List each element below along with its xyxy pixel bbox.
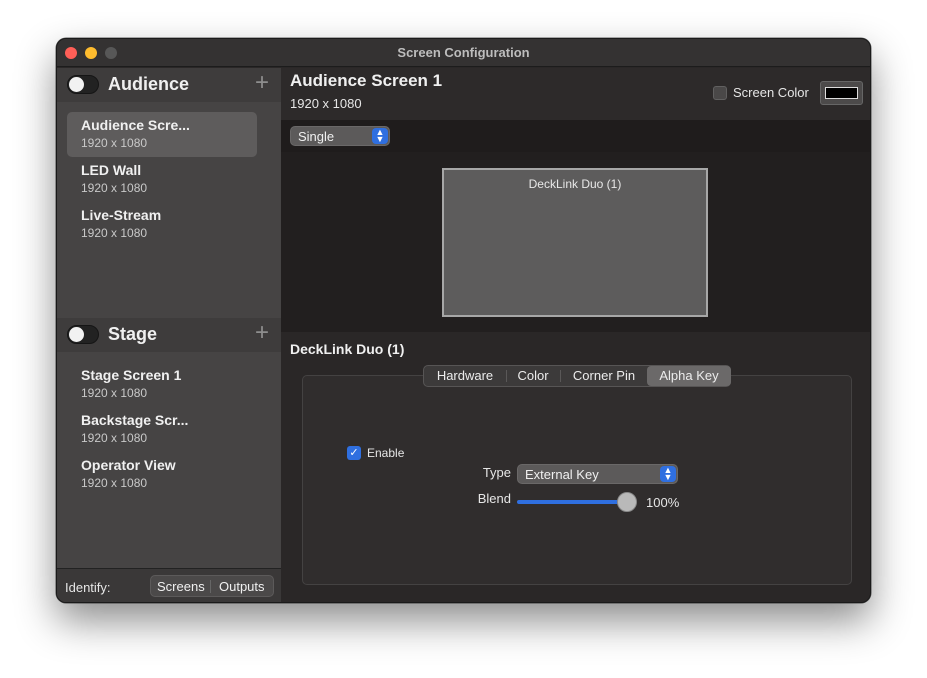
- group-title-stage: Stage: [108, 324, 158, 344]
- screen-color-well[interactable]: [820, 81, 863, 105]
- layout-mode-value: Single: [298, 129, 335, 144]
- screen-header: Audience Screen 1 1920 x 1080 Screen Col…: [281, 68, 870, 120]
- window-title: Screen Configuration: [397, 45, 530, 60]
- layout-bar: Single ▲ ▼: [281, 120, 870, 152]
- layout-mode-select[interactable]: Single ▲ ▼: [290, 126, 390, 146]
- screen-title: Audience Screen 1: [290, 71, 443, 90]
- blend-value: 100%: [646, 495, 680, 510]
- screen-color-checkbox[interactable]: [713, 86, 727, 100]
- sidebar-item-led-wall[interactable]: LED Wall 1920 x 1080: [67, 157, 257, 202]
- item-name: Operator View: [81, 457, 176, 473]
- color-swatch: [825, 87, 858, 99]
- sidebar-item-stage-screen-1[interactable]: Stage Screen 1 1920 x 1080: [67, 362, 257, 407]
- sidebar-item-backstage-screen[interactable]: Backstage Scr... 1920 x 1080: [67, 407, 257, 452]
- group-header-audience: Audience +: [57, 68, 281, 102]
- sidebar-item-live-stream[interactable]: Live-Stream 1920 x 1080: [67, 202, 257, 247]
- tab-corner-pin[interactable]: Corner Pin: [562, 366, 646, 386]
- blend-slider-knob[interactable]: [617, 492, 637, 512]
- item-name: Backstage Scr...: [81, 412, 189, 428]
- item-resolution: 1920 x 1080: [81, 476, 148, 490]
- item-resolution: 1920 x 1080: [81, 431, 148, 445]
- group-title-audience: Audience: [108, 74, 190, 94]
- output-canvas: DeckLink Duo (1): [281, 152, 870, 332]
- output-detail: DeckLink Duo (1) ✓ Enable Type External …: [281, 332, 870, 602]
- enable-checkbox[interactable]: ✓: [347, 446, 361, 460]
- sidebar-item-operator-view[interactable]: Operator View 1920 x 1080: [67, 452, 257, 497]
- output-rectangle-label: DeckLink Duo (1): [528, 177, 622, 191]
- screen-color-label: Screen Color: [733, 85, 809, 100]
- item-resolution: 1920 x 1080: [81, 386, 148, 400]
- item-name: LED Wall: [81, 162, 142, 178]
- item-resolution: 1920 x 1080: [81, 226, 148, 240]
- item-name: Audience Scre...: [81, 117, 190, 133]
- toggle-knob: [69, 327, 84, 342]
- tab-separator: [560, 370, 561, 382]
- select-arrows-icon: ▲ ▼: [372, 128, 388, 144]
- identify-outputs-button[interactable]: Outputs: [219, 579, 265, 594]
- main-panel: Audience Screen 1 1920 x 1080 Screen Col…: [281, 68, 870, 602]
- item-resolution: 1920 x 1080: [81, 181, 148, 195]
- screen-resolution: 1920 x 1080: [290, 96, 362, 111]
- tab-alpha-key[interactable]: Alpha Key: [647, 366, 731, 386]
- tab-hardware[interactable]: Hardware: [426, 366, 504, 386]
- identify-screens-button[interactable]: Screens: [157, 579, 205, 594]
- identify-label: Identify:: [65, 580, 111, 595]
- add-stage-screen-icon[interactable]: +: [255, 319, 269, 347]
- sidebar-item-audience-screen-1[interactable]: Audience Scre... 1920 x 1080: [67, 112, 257, 157]
- identify-segmented-control: Screens Outputs: [150, 575, 274, 597]
- tab-color[interactable]: Color: [508, 366, 558, 386]
- sidebar-footer: Identify: Screens Outputs: [57, 568, 281, 602]
- type-label: Type: [482, 465, 511, 480]
- output-rectangle[interactable]: DeckLink Duo (1): [442, 168, 708, 317]
- stage-toggle[interactable]: [67, 325, 99, 344]
- audience-toggle[interactable]: [67, 75, 99, 94]
- sidebar: Audience + Audience Scre... 1920 x 1080 …: [57, 68, 281, 602]
- item-name: Live-Stream: [81, 207, 162, 223]
- add-audience-screen-icon[interactable]: +: [255, 69, 269, 97]
- screen-configuration-window: Screen Configuration Audience + Audience…: [56, 38, 871, 603]
- enable-label: Enable: [367, 446, 405, 460]
- item-resolution: 1920 x 1080: [81, 136, 148, 150]
- output-detail-title: DeckLink Duo (1): [290, 341, 405, 357]
- title-bar: Screen Configuration: [57, 39, 870, 67]
- group-header-stage: Stage +: [57, 318, 281, 352]
- blend-label: Blend: [477, 491, 511, 506]
- select-arrows-icon: ▲ ▼: [660, 466, 676, 482]
- output-settings-tabs: Hardware Color Corner Pin Alpha Key: [423, 365, 731, 387]
- key-type-value: External Key: [525, 467, 599, 482]
- tab-content: ✓ Enable Type External Key ▲ ▼ Blend: [302, 375, 852, 585]
- tab-separator: [506, 370, 507, 382]
- blend-slider-track[interactable]: [517, 500, 633, 504]
- segment-divider: [210, 580, 211, 593]
- key-type-select[interactable]: External Key ▲ ▼: [517, 464, 678, 484]
- toggle-knob: [69, 77, 84, 92]
- item-name: Stage Screen 1: [81, 367, 182, 383]
